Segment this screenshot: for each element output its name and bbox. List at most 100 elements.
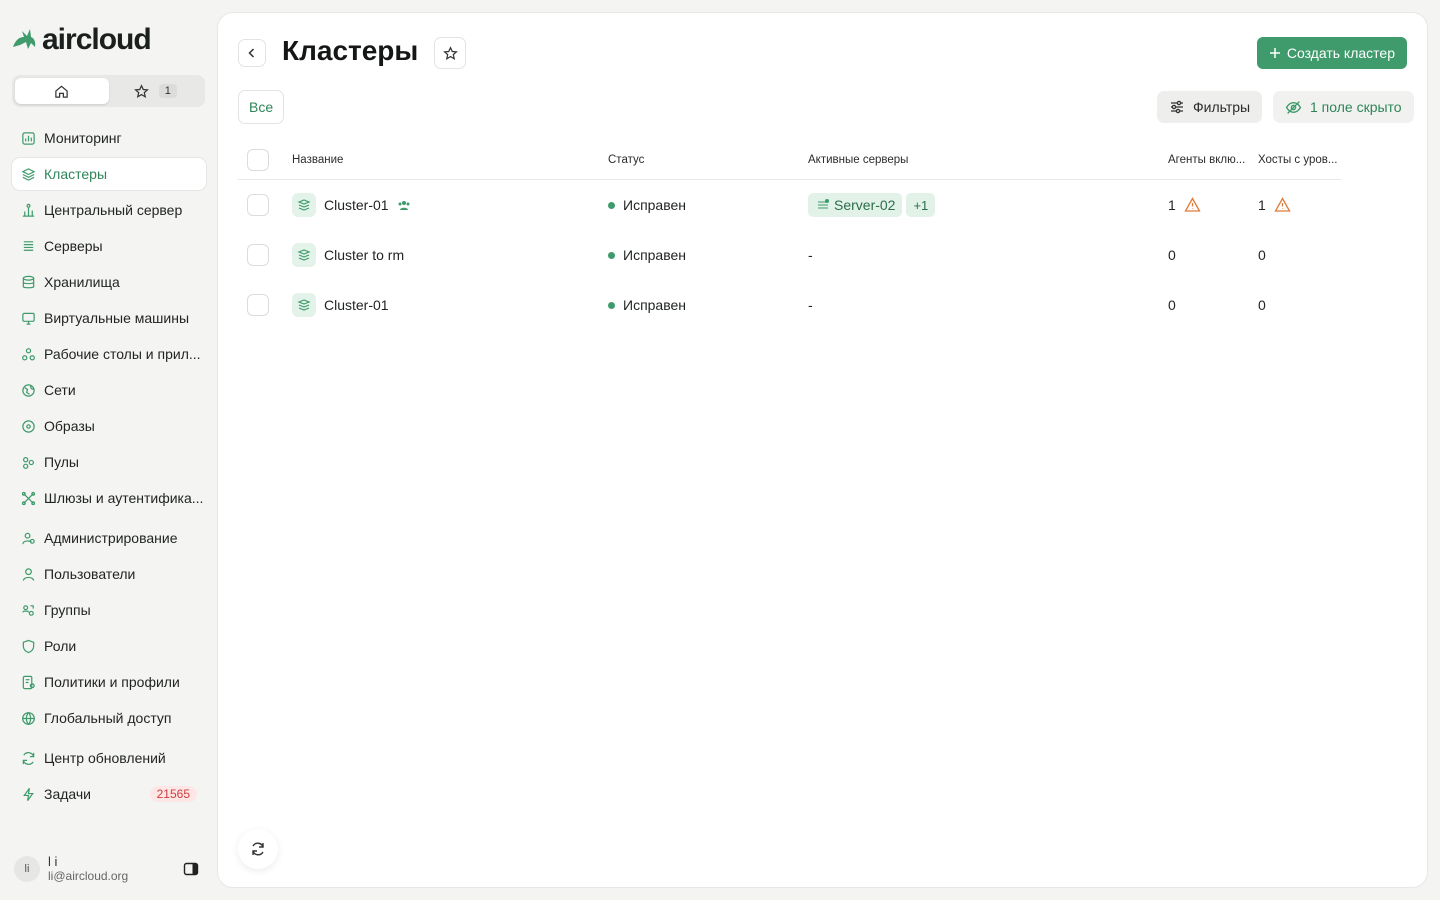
disc-icon — [21, 419, 36, 434]
sidebar-item-label: Задачи — [44, 786, 92, 802]
sidebar-item[interactable]: Рабочие столы и прил... — [12, 338, 206, 370]
row-checkbox[interactable] — [247, 294, 269, 316]
sidebar: aircloud 1 Мониторинг Кластеры Центральный… — [0, 0, 217, 900]
brand-logo[interactable]: aircloud — [10, 23, 152, 56]
filters-button[interactable]: Фильтры — [1157, 91, 1263, 123]
hosts-count: 0 — [1258, 297, 1266, 313]
cluster-name[interactable]: Cluster-01 — [324, 297, 389, 313]
column-name[interactable]: Название — [292, 154, 343, 166]
sidebar-item-label: Роли — [44, 638, 77, 654]
sidebar-item-label: Пользователи — [44, 566, 136, 582]
central-server-icon — [21, 203, 36, 218]
sidebar-switcher: 1 — [12, 75, 205, 107]
table-row[interactable]: Cluster-01 Исправен - 0 0 — [238, 280, 1341, 330]
sidebar-item[interactable]: Центральный сервер — [12, 194, 206, 226]
more-servers-chip[interactable]: +1 — [906, 193, 936, 217]
column-hosts[interactable]: Хосты с уров... — [1258, 154, 1337, 166]
sidebar-item[interactable]: Образы — [12, 410, 206, 442]
servers-icon — [21, 239, 36, 254]
cluster-icon — [292, 293, 316, 317]
sidebar-nav: Мониторинг Кластеры Центральный сервер Серв… — [12, 122, 206, 814]
user-email: li@aircloud.org — [48, 869, 129, 883]
pools-icon — [21, 455, 36, 470]
chevron-left-icon — [248, 48, 255, 58]
table-row[interactable]: Cluster-01 Исправен Server-02 +1 1 1 — [238, 180, 1341, 230]
sidebar-item[interactable]: Мониторинг — [12, 122, 206, 154]
sidebar-item[interactable]: Серверы — [12, 230, 206, 262]
sidebar-item-label: Пулы — [44, 454, 79, 470]
hosts-count: 1 — [1258, 197, 1266, 213]
sidebar-item-label: Виртуальные машины — [44, 310, 190, 326]
server-name: Server-02 — [834, 197, 896, 213]
sidebar-item-label: Образы — [44, 418, 95, 434]
avatar[interactable]: li — [14, 856, 40, 882]
desktops-icon — [21, 347, 36, 362]
sliders-icon — [1171, 100, 1183, 114]
sidebar-item[interactable]: Роли — [12, 630, 206, 662]
column-agents[interactable]: Агенты вклю... — [1168, 154, 1245, 166]
sidebar-item[interactable]: Пулы — [12, 446, 206, 478]
select-all-checkbox[interactable] — [247, 149, 269, 171]
refresh-button[interactable] — [238, 829, 278, 869]
sidebar-item[interactable]: Задачи 21565 — [12, 778, 206, 810]
sidebar-item-label: Администрирование — [44, 530, 178, 546]
sidebar-item[interactable]: Глобальный доступ — [12, 702, 206, 734]
row-checkbox[interactable] — [247, 244, 269, 266]
warning-icon — [1184, 197, 1201, 212]
server-status-icon — [818, 199, 829, 209]
page-title: Кластеры — [282, 35, 419, 66]
pegasus-logo-icon — [13, 29, 36, 49]
refresh-icon — [21, 751, 36, 766]
create-cluster-button[interactable]: Создать кластер — [1256, 37, 1407, 69]
user-name: l i — [48, 854, 58, 869]
sidebar-item[interactable]: Сети — [12, 374, 206, 406]
status-text: Исправен — [623, 197, 687, 213]
status-text: Исправен — [623, 297, 687, 313]
sidebar-item-label: Центр обновлений — [44, 750, 166, 766]
favorites-tab[interactable]: 1 — [109, 78, 203, 104]
sidebar-item[interactable]: Центр обновлений — [12, 742, 206, 774]
table-header: Название Статус Активные серверы Агенты … — [238, 141, 1341, 180]
layers-icon — [21, 167, 36, 182]
user-profile[interactable]: li l i li@aircloud.org — [14, 852, 199, 886]
sidebar-item[interactable]: Группы — [12, 594, 206, 626]
bolt-icon — [21, 787, 36, 802]
sidebar-item[interactable]: Администрирование — [12, 522, 206, 554]
sidebar-item[interactable]: Шлюзы и аутентифика... — [12, 482, 206, 514]
sidebar-item-label: Серверы — [44, 238, 103, 254]
main-panel: Кластеры Создать кластер Все Фильтры 1 п… — [217, 12, 1428, 888]
sidebar-item[interactable]: Кластеры — [12, 158, 206, 190]
filter-all-chip[interactable]: Все — [238, 90, 285, 124]
monitoring-icon — [21, 131, 36, 146]
cluster-name[interactable]: Cluster to rm — [324, 247, 404, 263]
tasks-count-badge: 21565 — [149, 786, 197, 802]
user-icon — [21, 567, 36, 582]
eye-off-icon — [1285, 100, 1302, 114]
column-active-servers[interactable]: Активные серверы — [808, 154, 908, 166]
status-text: Исправен — [623, 247, 687, 263]
sidebar-toggle-icon[interactable] — [183, 861, 199, 877]
sidebar-item-label: Глобальный доступ — [44, 710, 172, 726]
row-checkbox[interactable] — [247, 194, 269, 216]
sidebar-item[interactable]: Политики и профили — [12, 666, 206, 698]
shield-icon — [21, 639, 36, 654]
agents-group-icon — [397, 198, 411, 212]
favorite-button[interactable] — [434, 37, 466, 69]
home-tab[interactable] — [15, 78, 109, 104]
servers-empty: - — [808, 247, 813, 263]
agents-count: 0 — [1168, 247, 1176, 263]
back-button[interactable] — [238, 39, 266, 67]
agents-count: 1 — [1168, 197, 1176, 213]
cluster-name[interactable]: Cluster-01 — [324, 197, 389, 213]
sidebar-item[interactable]: Виртуальные машины — [12, 302, 206, 334]
sidebar-item-label: Шлюзы и аутентифика... — [44, 490, 204, 506]
sidebar-item[interactable]: Хранилища — [12, 266, 206, 298]
sidebar-item-label: Группы — [44, 602, 91, 618]
clusters-table: Название Статус Активные серверы Агенты … — [238, 141, 1341, 330]
hidden-fields-button[interactable]: 1 поле скрыто — [1273, 91, 1414, 123]
server-chip[interactable]: Server-02 — [808, 193, 903, 217]
table-row[interactable]: Cluster to rm Исправен - 0 0 — [238, 230, 1341, 280]
star-icon — [442, 45, 458, 60]
sidebar-item[interactable]: Пользователи — [12, 558, 206, 590]
column-status[interactable]: Статус — [608, 154, 644, 166]
